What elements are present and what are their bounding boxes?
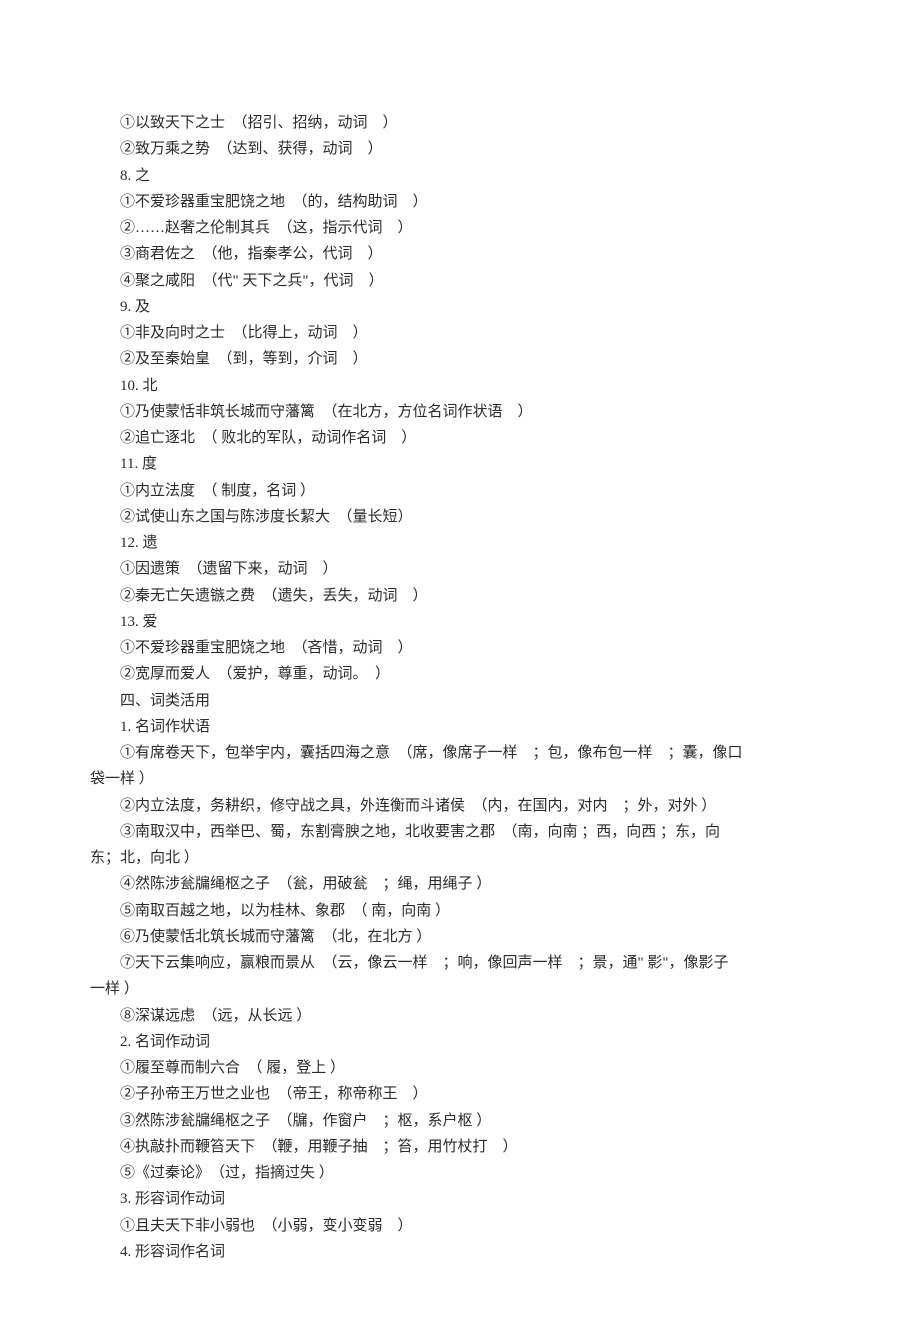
text-line: ②宽厚而爱人 （爱护，尊重，动词。 ） bbox=[90, 661, 830, 687]
text-line: ①因遗策 （遗留下来，动词 ） bbox=[90, 556, 830, 582]
text-line: ②追亡逐北 （ 败北的军队，动词作名词 ） bbox=[90, 425, 830, 451]
text-line: ③商君佐之 （他，指秦孝公，代词 ） bbox=[90, 241, 830, 267]
text-line: ⑤《过秦论》 （过，指摘过失 ） bbox=[90, 1160, 830, 1186]
text-line: ①不爱珍器重宝肥饶之地 （吝惜，动词 ） bbox=[90, 635, 830, 661]
text-line: ①有席卷天下，包举宇内，囊括四海之意 （席，像席子一样 ；包，像布包一样 ；囊，… bbox=[90, 740, 830, 766]
text-line: ②及至秦始皇 （到，等到，介词 ） bbox=[90, 346, 830, 372]
text-line: ②试使山东之国与陈涉度长絜大 （量长短） bbox=[90, 504, 830, 530]
text-line: ④执敲扑而鞭笞天下 （鞭，用鞭子抽 ；笞，用竹杖打 ） bbox=[90, 1134, 830, 1160]
text-line: 四、词类活用 bbox=[90, 688, 830, 714]
text-line: ⑤南取百越之地，以为桂林、象郡 （ 南，向南 ） bbox=[90, 898, 830, 924]
text-line: ②子孙帝王万世之业也 （帝王，称帝称王 ） bbox=[90, 1081, 830, 1107]
text-line: 3. 形容词作动词 bbox=[90, 1186, 830, 1212]
text-line: ④聚之咸阳 （代" 天下之兵"，代词 ） bbox=[90, 268, 830, 294]
text-line: ⑧深谋远虑 （远，从长远 ） bbox=[90, 1003, 830, 1029]
text-line: 11. 度 bbox=[90, 451, 830, 477]
text-line: 4. 形容词作名词 bbox=[90, 1239, 830, 1265]
text-line: ②致万乘之势 （达到、获得，动词 ） bbox=[90, 136, 830, 162]
text-line: 12. 遗 bbox=[90, 530, 830, 556]
text-line: ①且夫天下非小弱也 （小弱，变小变弱 ） bbox=[90, 1213, 830, 1239]
text-line: 东；北，向北 ） bbox=[90, 845, 830, 871]
text-line: ③南取汉中，西举巴、蜀，东割膏腴之地，北收要害之郡 （南，向南 ；西，向西 ；东… bbox=[90, 819, 830, 845]
text-line: ②……赵奢之伦制其兵 （这，指示代词 ） bbox=[90, 215, 830, 241]
text-line: ⑦天下云集响应，赢粮而景从 （云，像云一样 ；响，像回声一样 ；景，通" 影"，… bbox=[90, 950, 830, 976]
text-line: ③然陈涉瓮牖绳枢之子 （牖，作窗户 ；枢，系户枢 ） bbox=[90, 1108, 830, 1134]
text-line: 1. 名词作状语 bbox=[90, 714, 830, 740]
text-line: ②内立法度，务耕织，修守战之具，外连衡而斗诸侯 （内，在国内，对内 ；外，对外 … bbox=[90, 793, 830, 819]
text-line: ①履至尊而制六合 （ 履，登上 ） bbox=[90, 1055, 830, 1081]
document-page: ①以致天下之士 （招引、招纳，动词 ）②致万乘之势 （达到、获得，动词 ）8. … bbox=[0, 0, 920, 1325]
text-line: ②秦无亡矢遗镞之费 （遗失，丢失，动词 ） bbox=[90, 583, 830, 609]
text-line: ①内立法度 （ 制度，名词 ） bbox=[90, 478, 830, 504]
document-body: ①以致天下之士 （招引、招纳，动词 ）②致万乘之势 （达到、获得，动词 ）8. … bbox=[90, 110, 830, 1265]
text-line: 袋一样 ） bbox=[90, 766, 830, 792]
text-line: ①非及向时之士 （比得上，动词 ） bbox=[90, 320, 830, 346]
text-line: 8. 之 bbox=[90, 163, 830, 189]
text-line: 10. 北 bbox=[90, 373, 830, 399]
text-line: ①不爱珍器重宝肥饶之地 （的，结构助词 ） bbox=[90, 189, 830, 215]
text-line: 一样 ） bbox=[90, 976, 830, 1002]
text-line: 9. 及 bbox=[90, 294, 830, 320]
text-line: ⑥乃使蒙恬北筑长城而守藩篱 （北，在北方 ） bbox=[90, 924, 830, 950]
text-line: ④然陈涉瓮牖绳枢之子 （瓮，用破瓮 ；绳，用绳子 ） bbox=[90, 871, 830, 897]
text-line: 2. 名词作动词 bbox=[90, 1029, 830, 1055]
text-line: ①以致天下之士 （招引、招纳，动词 ） bbox=[90, 110, 830, 136]
text-line: ①乃使蒙恬非筑长城而守藩篱 （在北方，方位名词作状语 ） bbox=[90, 399, 830, 425]
text-line: 13. 爱 bbox=[90, 609, 830, 635]
